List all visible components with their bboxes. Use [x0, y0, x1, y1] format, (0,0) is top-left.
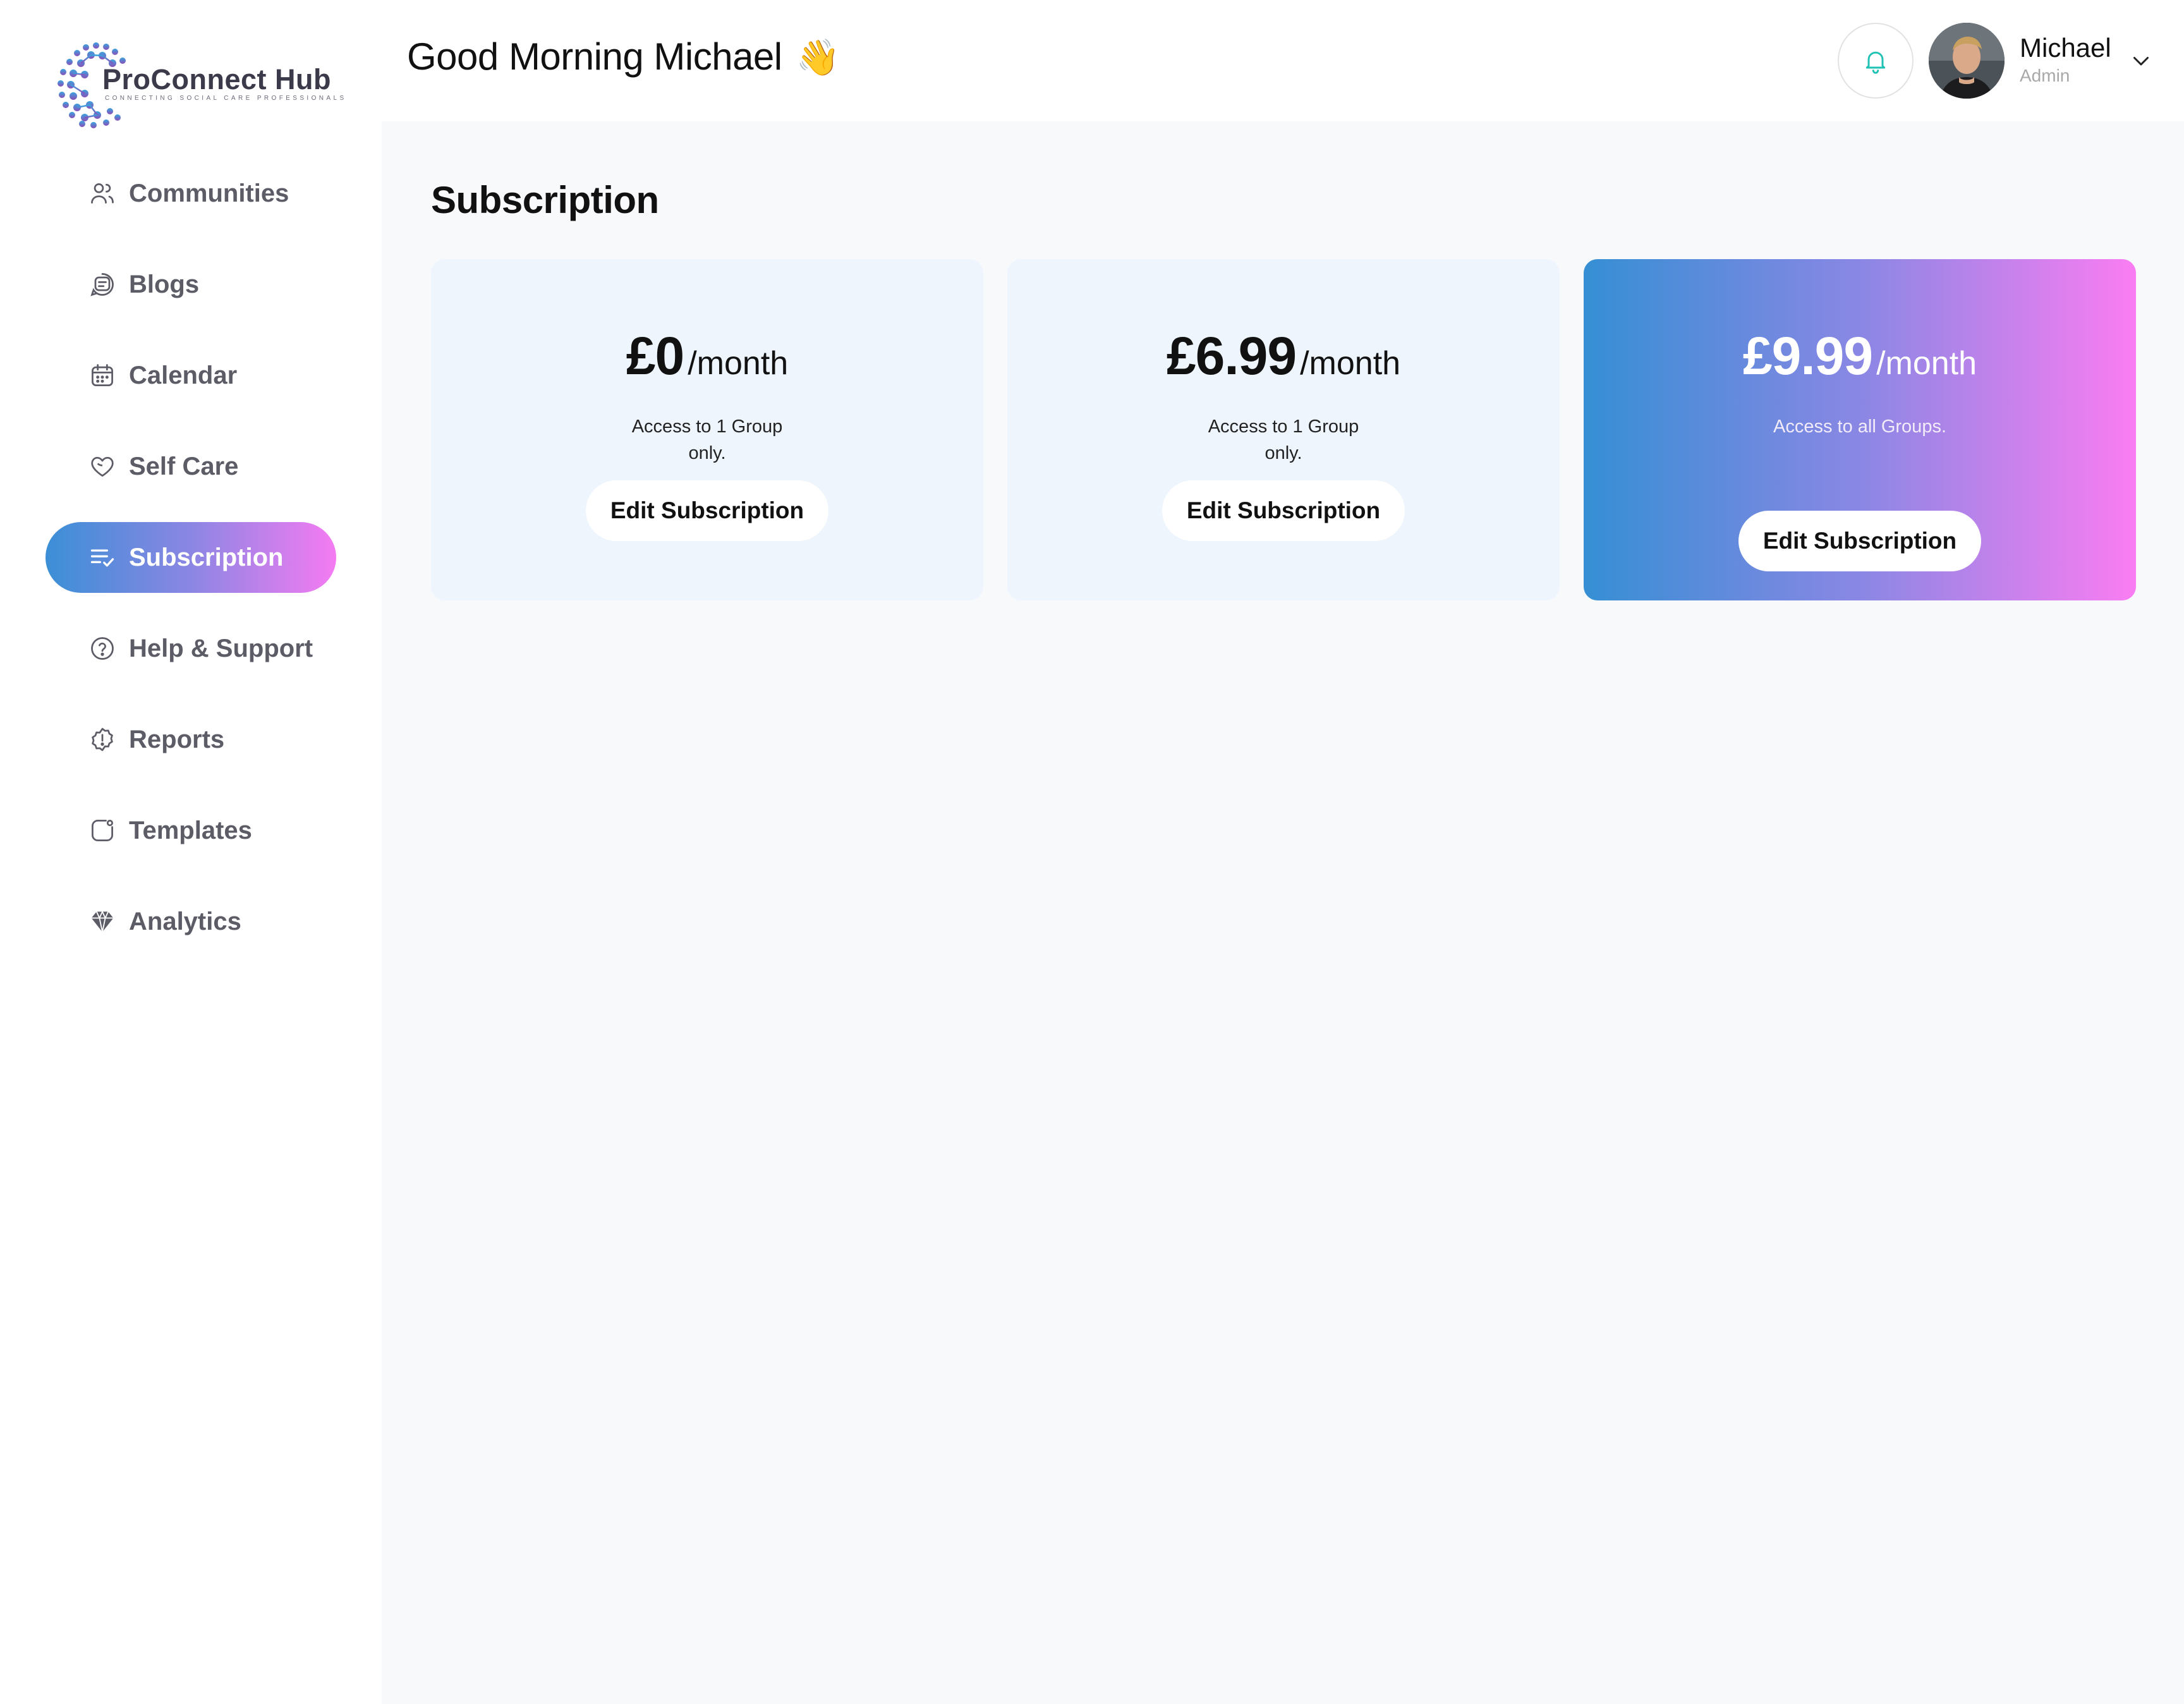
sidebar-item-self-care[interactable]: Self Care: [46, 431, 336, 502]
notifications-button[interactable]: [1838, 23, 1914, 99]
user-avatar[interactable]: [1929, 23, 2005, 99]
plan-price: £9.99/month: [1584, 326, 2136, 387]
plan-description: Access to 1 Group only.: [1208, 417, 1359, 463]
sidebar-item-label: Help & Support: [129, 634, 313, 662]
sidebar-item-label: Subscription: [129, 543, 284, 571]
sidebar-item-blogs[interactable]: Blogs: [46, 249, 336, 320]
user-photo-icon: [1929, 23, 2005, 99]
edit-subscription-button[interactable]: Edit Subscription: [1738, 511, 1981, 571]
diamond-icon: [87, 906, 118, 937]
sidebar-item-label: Templates: [129, 816, 252, 844]
sidebar-item-templates[interactable]: Templates: [46, 795, 336, 866]
sidebar-item-label: Reports: [129, 725, 225, 753]
sidebar-item-analytics[interactable]: Analytics: [46, 886, 336, 957]
template-icon: [87, 815, 118, 846]
sidebar-item-subscription[interactable]: Subscription: [46, 522, 336, 593]
brand-name: ProConnect Hub: [102, 63, 331, 95]
help-circle-icon: [87, 633, 118, 664]
greeting-text: Good Morning Michael: [407, 35, 782, 78]
sidebar-item-label: Communities: [129, 179, 289, 207]
top-header: Good Morning Michael 👋 Michael Admin: [382, 0, 2184, 121]
plan-amount: £0: [626, 326, 684, 386]
plan-price: £0/month: [431, 326, 983, 387]
sidebar-item-calendar[interactable]: Calendar: [46, 340, 336, 411]
sidebar: ProConnect Hub CONNECTING SOCIAL CARE PR…: [0, 0, 382, 1704]
plan-amount: £9.99: [1742, 326, 1873, 386]
plan-amount: £6.99: [1166, 326, 1297, 386]
sidebar-item-label: Self Care: [129, 452, 239, 480]
users-icon: [87, 178, 118, 209]
sidebar-item-label: Analytics: [129, 907, 241, 935]
edit-subscription-button[interactable]: Edit Subscription: [1162, 480, 1405, 541]
user-name[interactable]: Michael: [2020, 33, 2111, 63]
plan-price: £6.99/month: [1007, 326, 1560, 387]
plan-period: /month: [1300, 345, 1401, 382]
waving-hand-emoji: 👋: [796, 37, 840, 77]
chevron-down-icon[interactable]: [2130, 49, 2152, 72]
sidebar-item-label: Blogs: [129, 270, 200, 298]
sidebar-item-communities[interactable]: Communities: [46, 158, 336, 229]
brand-logo[interactable]: ProConnect Hub CONNECTING SOCIAL CARE PR…: [52, 38, 344, 133]
sidebar-item-reports[interactable]: Reports: [46, 704, 336, 775]
plan-description: Access to all Groups.: [1773, 417, 1946, 437]
plan-card-basic: £6.99/month Access to 1 Group only. Edit…: [1007, 259, 1560, 600]
edit-subscription-button[interactable]: Edit Subscription: [586, 480, 828, 541]
page-title: Subscription: [431, 179, 659, 221]
greeting-heading: Good Morning Michael 👋: [407, 35, 840, 78]
sidebar-item-label: Calendar: [129, 361, 238, 389]
sidebar-nav: Communities Blogs Calendar Self Care Sub…: [46, 158, 336, 977]
main-content: Subscription £0/month Access to 1 Group …: [382, 121, 2184, 1704]
calendar-icon: [87, 360, 118, 391]
plan-period: /month: [688, 345, 789, 382]
plan-card-premium: £9.99/month Access to all Groups. Edit S…: [1584, 259, 2136, 600]
bell-icon: [1866, 51, 1886, 74]
plan-period: /month: [1876, 345, 1977, 382]
sidebar-item-help-support[interactable]: Help & Support: [46, 613, 336, 684]
list-check-icon: [87, 542, 118, 573]
plan-description: Access to 1 Group only.: [631, 417, 783, 463]
heart-icon: [87, 451, 118, 482]
plan-card-free: £0/month Access to 1 Group only. Edit Su…: [431, 259, 983, 600]
brand-tagline: CONNECTING SOCIAL CARE PROFESSIONALS: [105, 95, 347, 102]
blog-icon: [87, 269, 118, 300]
alert-badge-icon: [87, 724, 118, 755]
user-role: Admin: [2020, 66, 2070, 85]
